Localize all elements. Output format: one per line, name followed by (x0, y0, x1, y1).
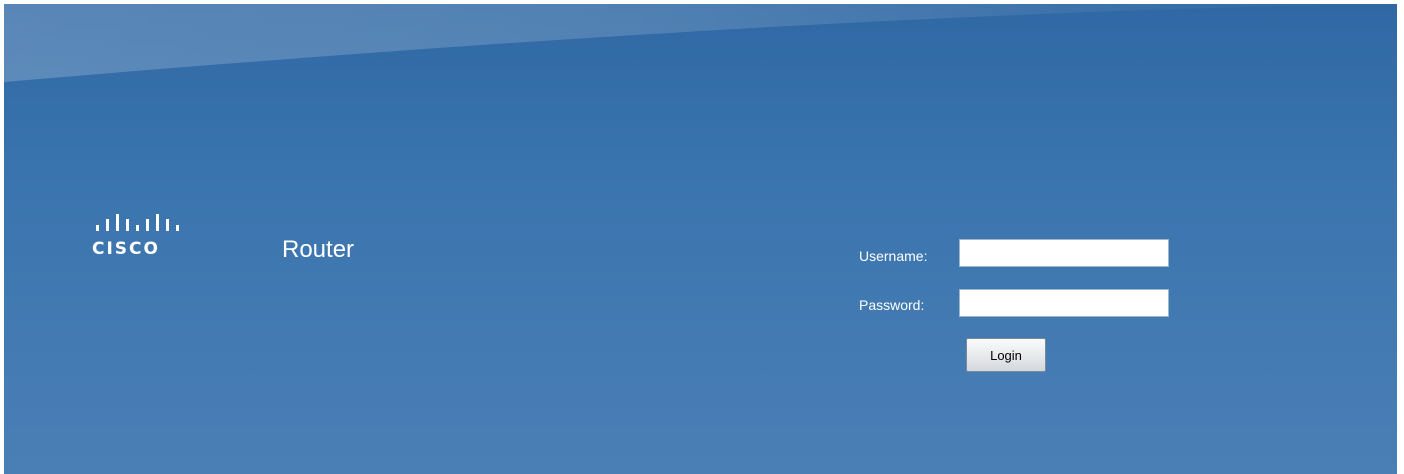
username-input[interactable] (959, 239, 1169, 267)
password-input[interactable] (959, 289, 1169, 317)
username-label: Username: (859, 248, 928, 264)
login-button[interactable]: Login (966, 338, 1046, 372)
cisco-logo: CISCO (92, 214, 192, 266)
password-label: Password: (859, 297, 925, 313)
background-sheen (4, 4, 1397, 82)
login-panel: CISCO Router Username: Password: Login (4, 4, 1397, 474)
login-page: CISCO Router Username: Password: Login (0, 0, 1404, 474)
cisco-wordmark: CISCO (92, 239, 160, 259)
cisco-bars-icon (96, 214, 179, 231)
product-title: Router (282, 236, 355, 263)
login-form: Username: Password: Login (854, 238, 1184, 388)
